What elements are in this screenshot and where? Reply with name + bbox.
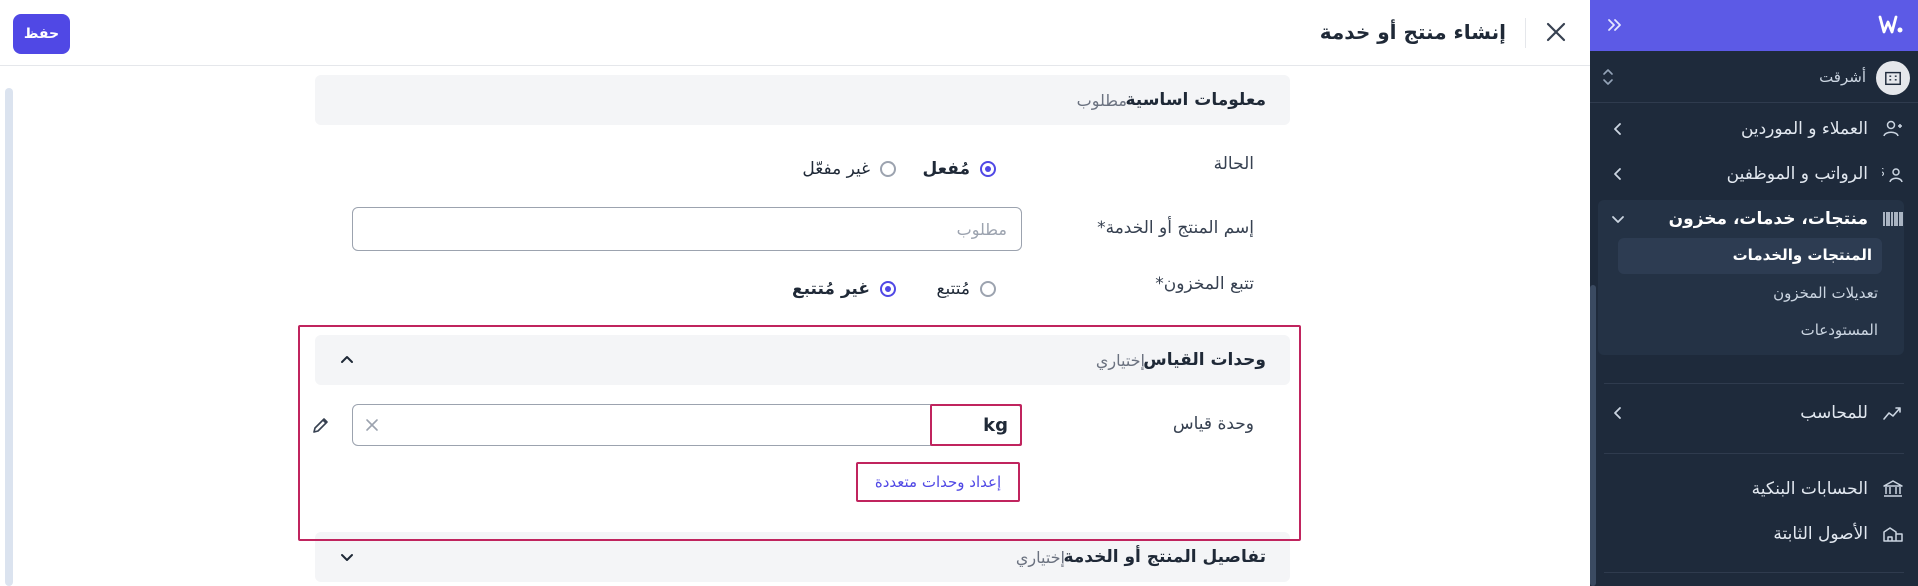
name-label: إسم المنتج أو الخدمة* <box>1097 218 1254 238</box>
status-inactive-radio[interactable]: غير مفعّل <box>802 159 896 179</box>
radio-unchecked-icon <box>880 161 896 177</box>
status-label: الحالة <box>1213 154 1254 174</box>
units-highlight <box>298 325 1301 541</box>
sidebar-divider <box>1604 572 1904 573</box>
tracking-off-radio[interactable]: غير مُتتبع <box>792 279 896 299</box>
status-active-radio[interactable]: مُفعل <box>922 159 996 179</box>
basic-info-header: معلومات اساسية مطلوب <box>315 75 1290 125</box>
barcode-icon <box>1882 209 1904 229</box>
sidebar: أشرقت العملاء و الموردين $ الرواتب و الم… <box>1590 0 1918 586</box>
collapse-sidebar-icon[interactable] <box>1604 14 1626 36</box>
chart-icon <box>1882 403 1904 423</box>
svg-text:$: $ <box>1882 165 1885 179</box>
name-input[interactable] <box>352 207 1022 251</box>
sidebar-item-label: الأصول الثابتة <box>1773 524 1868 544</box>
chevron-left-icon <box>1610 166 1626 182</box>
sidebar-item-label: للمحاسب <box>1800 403 1868 423</box>
assets-icon <box>1882 524 1904 544</box>
radio-checked-icon <box>980 161 996 177</box>
page-title: إنشاء منتج أو خدمة <box>1319 20 1506 44</box>
save-button[interactable]: حفظ <box>13 14 70 54</box>
building-icon <box>1876 61 1910 95</box>
chevron-left-icon <box>1610 121 1626 137</box>
sidebar-divider <box>1604 383 1904 384</box>
updown-chevron-icon[interactable] <box>1600 65 1616 89</box>
sidebar-subitem-products-services[interactable]: المنتجات والخدمات <box>1618 238 1882 274</box>
payroll-icon: $ <box>1877 164 1904 184</box>
radio-unchecked-icon <box>980 281 996 297</box>
sidebar-subitem-label: المنتجات والخدمات <box>1732 246 1872 264</box>
tracking-label: تتبع المخزون* <box>1155 274 1254 294</box>
close-icon[interactable] <box>1544 20 1568 44</box>
tracking-off-label: غير مُتتبع <box>791 279 870 299</box>
tracking-on-label: مُتتبع <box>936 279 970 299</box>
sidebar-item-customers[interactable]: العملاء و الموردين <box>1590 109 1918 149</box>
sidebar-item-label: الحسابات البنكية <box>1751 479 1868 499</box>
chevron-down-icon <box>1610 211 1626 227</box>
bank-icon <box>1882 479 1904 499</box>
status-inactive-label: غير مفعّل <box>802 159 870 179</box>
chevron-down-icon[interactable] <box>337 547 357 567</box>
sidebar-scrollbar[interactable] <box>1590 285 1596 586</box>
sidebar-divider <box>1604 453 1904 454</box>
sidebar-subitem-stock-adjustments[interactable]: تعديلات المخزون <box>1773 284 1878 302</box>
sidebar-item-label: الرواتب و الموظفين <box>1726 164 1868 184</box>
details-optional: إختياري <box>1015 548 1065 567</box>
sidebar-item-accountant[interactable]: للمحاسب <box>1590 393 1918 433</box>
sidebar-item-products[interactable]: منتجات، خدمات، مخزون <box>1590 199 1918 239</box>
top-bar: حفظ إنشاء منتج أو خدمة <box>0 0 1590 66</box>
details-title: تفاصيل المنتج أو الخدمة <box>1063 547 1266 567</box>
sidebar-item-label: منتجات، خدمات، مخزون <box>1668 209 1868 229</box>
status-active-label: مُفعل <box>922 159 970 179</box>
radio-checked-icon <box>880 281 896 297</box>
org-name: أشرقت <box>1819 68 1866 86</box>
sidebar-subitem-warehouses[interactable]: المستودعات <box>1801 321 1878 339</box>
users-icon <box>1882 119 1904 139</box>
org-switcher[interactable]: أشرقت <box>1590 51 1918 103</box>
tracking-on-radio[interactable]: مُتتبع <box>936 279 996 299</box>
chevron-left-icon <box>1610 405 1626 421</box>
logo-icon <box>1878 14 1904 36</box>
title-divider <box>1525 18 1526 48</box>
sidebar-header <box>1590 0 1918 51</box>
sidebar-item-payroll[interactable]: $ الرواتب و الموظفين <box>1590 154 1918 194</box>
sidebar-item-label: العملاء و الموردين <box>1740 119 1868 139</box>
basic-info-required: مطلوب <box>1076 91 1127 110</box>
sidebar-item-fixed-assets[interactable]: الأصول الثابتة <box>1590 514 1918 554</box>
basic-info-title: معلومات اساسية <box>1125 90 1266 110</box>
sidebar-item-bank-accounts[interactable]: الحسابات البنكية <box>1590 469 1918 509</box>
